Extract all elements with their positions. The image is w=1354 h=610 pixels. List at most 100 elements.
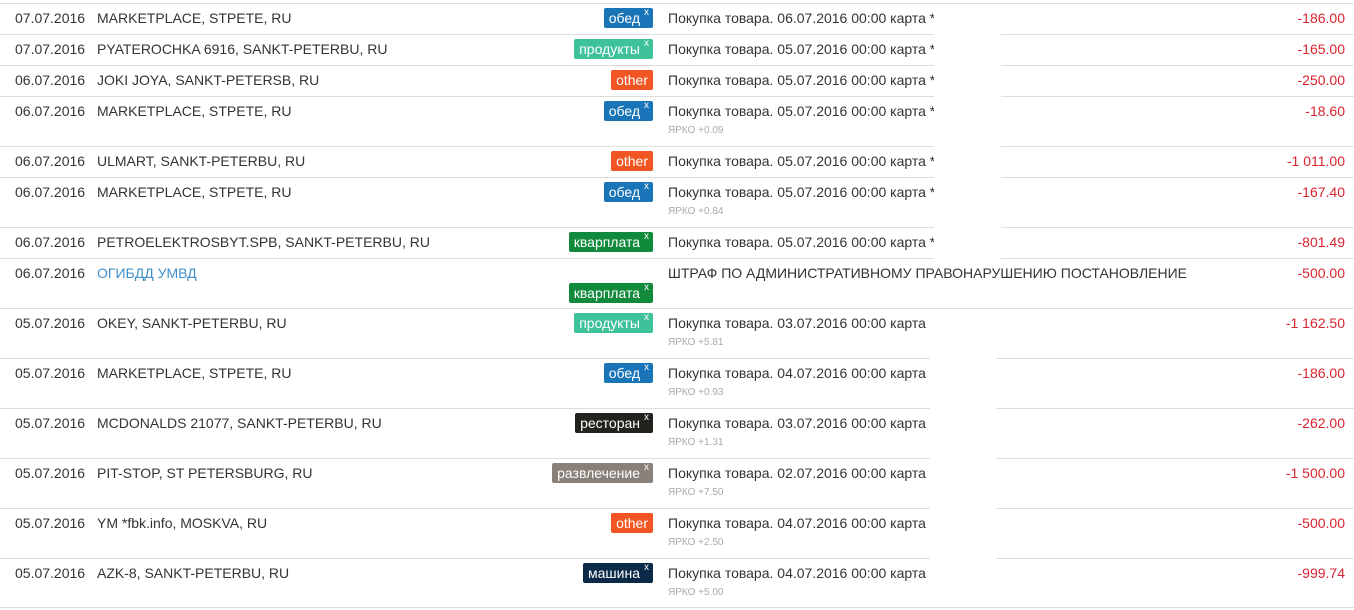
transaction-date: 06.07.2016 [15,265,86,281]
category-tag-label: продукты [579,315,640,331]
category-tag[interactable]: обед x [603,99,653,121]
category-tag-cell: ресторан x [575,411,653,433]
transaction-date: 05.07.2016 [15,565,86,581]
transaction-date: 07.07.2016 [15,41,86,57]
category-tag-cell: обед x [603,99,653,121]
transaction-amount: -801.49 [1297,234,1345,250]
category-tag-label: обед [608,10,640,26]
remove-tag-icon[interactable]: x [644,411,649,425]
transaction-merchant: MARKETPLACE, STPETE, RU [97,184,292,200]
bonus-points: ЯРКО +5.00 [668,587,724,598]
transaction-date: 06.07.2016 [15,234,86,250]
table-row: 06.07.2016 ULMART, SANKT-PETERBU, RU oth… [0,146,1354,177]
category-tag[interactable]: продукты x [574,37,653,59]
transaction-merchant: PETROELEKTROSBYT.SPB, SANKT-PETERBU, RU [97,234,430,250]
category-tag[interactable]: кварплата x [568,230,653,252]
transaction-description: Покупка товара. 05.07.2016 00:00 карта * [668,41,936,57]
remove-tag-icon[interactable]: x [644,6,649,20]
transaction-description: Покупка товара. 05.07.2016 00:00 карта * [668,184,936,200]
transaction-merchant: JOKI JOYA, SANKT-PETERSB, RU [97,72,320,88]
table-row: 05.07.2016 YM *fbk.info, MOSKVA, RU othe… [0,508,1354,558]
remove-tag-icon[interactable]: x [644,311,649,325]
category-tag-cell: кварплата x [568,281,653,303]
transaction-merchant: MARKETPLACE, STPETE, RU [97,103,292,119]
transaction-amount: -186.00 [1297,365,1345,381]
transaction-merchant: PYATEROCHKA 6916, SANKT-PETERBU, RU [97,41,388,57]
category-tag-label: продукты [579,41,640,57]
category-tag-cell: продукты x [574,37,653,59]
transaction-merchant: MARKETPLACE, STPETE, RU [97,365,292,381]
table-row: 06.07.2016 MARKETPLACE, STPETE, RU обед x… [0,96,1354,146]
category-tag[interactable]: ресторан x [575,411,653,433]
remove-tag-icon[interactable]: x [644,281,649,295]
category-tag-cell: other [611,70,653,90]
category-tag-label: машина [588,565,640,581]
remove-tag-icon[interactable]: x [644,461,649,475]
category-tag[interactable]: кварплата x [568,281,653,303]
category-tag-label: other [616,515,648,531]
category-tag[interactable]: other [611,70,653,90]
transaction-date: 05.07.2016 [15,515,86,531]
remove-tag-icon[interactable]: x [644,180,649,194]
category-tag[interactable]: обед x [603,6,653,28]
category-tag-cell: other [611,513,653,533]
category-tag-label: обед [608,365,640,381]
category-tag-cell: обед x [603,180,653,202]
remove-tag-icon[interactable]: x [644,37,649,51]
transaction-description: Покупка товара. 04.07.2016 00:00 карта [668,365,926,381]
transaction-merchant-link[interactable]: ОГИБДД УМВД [97,265,197,281]
transaction-description: Покупка товара. 04.07.2016 00:00 карта [668,565,926,581]
category-tag[interactable]: продукты x [574,311,653,333]
transaction-amount: -165.00 [1297,41,1345,57]
transaction-date: 05.07.2016 [15,465,86,481]
category-tag[interactable]: развлечение x [552,461,653,483]
table-row: 05.07.2016 AZK-8, SANKT-PETERBU, RU маши… [0,558,1354,608]
table-row: 06.07.2016 PETROELEKTROSBYT.SPB, SANKT-P… [0,227,1354,258]
transaction-amount: -500.00 [1297,265,1345,281]
remove-tag-icon[interactable]: x [644,361,649,375]
transaction-date: 06.07.2016 [15,153,86,169]
transaction-merchant: AZK-8, SANKT-PETERBU, RU [97,565,290,581]
redaction-mask [930,311,996,606]
category-tag-cell: развлечение x [552,461,653,483]
transaction-amount: -18.60 [1305,103,1345,119]
bonus-points: ЯРКО +5.81 [668,337,724,348]
transaction-description: Покупка товара. 04.07.2016 00:00 карта [668,515,926,531]
transaction-merchant: MARKETPLACE, STPETE, RU [97,10,292,26]
transaction-merchant: MCDONALDS 21077, SANKT-PETERBU, RU [97,415,382,431]
remove-tag-icon[interactable]: x [644,99,649,113]
category-tag[interactable]: обед x [603,180,653,202]
transaction-description: Покупка товара. 03.07.2016 00:00 карта [668,415,926,431]
category-tag[interactable]: обед x [603,361,653,383]
bonus-points: ЯРКО +1.31 [668,437,724,448]
table-row: 06.07.2016 JOKI JOYA, SANKT-PETERSB, RU … [0,65,1354,96]
transaction-date: 05.07.2016 [15,415,86,431]
table-row: 07.07.2016 PYATEROCHKA 6916, SANKT-PETER… [0,34,1354,65]
category-tag[interactable]: машина x [583,561,653,583]
transaction-amount: -999.74 [1297,565,1345,581]
category-tag-cell: обед x [603,6,653,28]
transaction-description: Покупка товара. 05.07.2016 00:00 карта * [668,103,936,119]
transaction-description: Покупка товара. 02.07.2016 00:00 карта [668,465,926,481]
transaction-amount: -186.00 [1297,10,1345,26]
transaction-amount: -262.00 [1297,415,1345,431]
table-row: 05.07.2016 MCDONALDS 21077, SANKT-PETERB… [0,408,1354,458]
transaction-date: 06.07.2016 [15,184,86,200]
category-tag-label: развлечение [557,465,640,481]
category-tag-label: ресторан [580,415,640,431]
transaction-description: Покупка товара. 05.07.2016 00:00 карта * [668,153,936,169]
category-tag[interactable]: other [611,151,653,171]
category-tag[interactable]: other [611,513,653,533]
transaction-amount: -1 011.00 [1286,153,1345,169]
remove-tag-icon[interactable]: x [644,230,649,244]
remove-tag-icon[interactable]: x [644,561,649,575]
transaction-date: 05.07.2016 [15,365,86,381]
redaction-mask [934,8,1001,259]
bonus-points: ЯРКО +0.84 [668,206,724,217]
transaction-description: Покупка товара. 05.07.2016 00:00 карта * [668,234,936,250]
category-tag-cell: машина x [583,561,653,583]
category-tag-cell: кварплата x [568,230,653,252]
transaction-amount: -1 162.50 [1285,315,1345,331]
transaction-merchant: OKEY, SANKT-PETERBU, RU [97,315,287,331]
category-tag-label: кварплата [573,285,640,301]
